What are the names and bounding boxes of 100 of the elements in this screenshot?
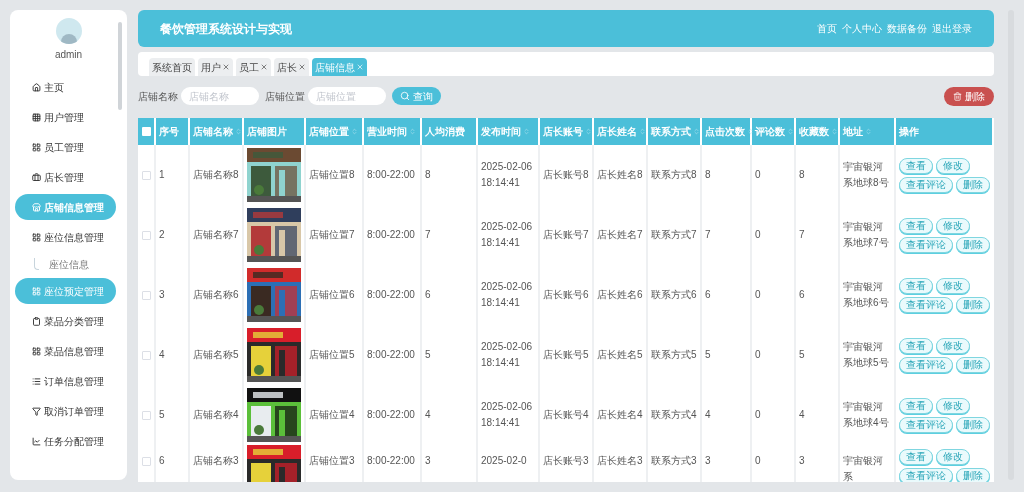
column-header[interactable]: 营业时间 bbox=[364, 118, 422, 145]
table-cell-text: 6 bbox=[159, 454, 165, 468]
column-header[interactable]: 店铺位置 bbox=[306, 118, 364, 145]
action-button[interactable]: 修改 bbox=[936, 397, 970, 414]
action-button[interactable]: 查看评论 bbox=[899, 236, 953, 253]
close-icon[interactable] bbox=[260, 63, 268, 71]
action-button[interactable]: 查看 bbox=[899, 397, 933, 414]
column-header[interactable]: 评论数 bbox=[752, 118, 796, 145]
action-button[interactable]: 删除 bbox=[956, 416, 990, 433]
app-title: 餐饮管理系统设计与实现 bbox=[160, 20, 292, 38]
action-button[interactable]: 查看评论 bbox=[899, 468, 953, 482]
search-icon bbox=[400, 91, 410, 101]
tab[interactable]: 系统首页 bbox=[149, 58, 195, 76]
delete-button[interactable]: 删除 bbox=[944, 86, 994, 106]
username: admin bbox=[54, 48, 83, 62]
action-button[interactable]: 修改 bbox=[936, 337, 970, 354]
action-button[interactable]: 删除 bbox=[956, 176, 990, 193]
table-cell-text: 店长姓名7 bbox=[597, 228, 643, 242]
action-button[interactable]: 修改 bbox=[936, 449, 970, 465]
table-cell-text: 2025-02-06 18:14:41 bbox=[481, 340, 534, 370]
grid-icon bbox=[32, 286, 41, 296]
sidebar-item[interactable]: 用户管理 bbox=[15, 104, 116, 130]
sidebar-item[interactable]: 主页 bbox=[15, 74, 116, 100]
tab[interactable]: 店长 bbox=[274, 58, 309, 76]
sidebar-item[interactable]: 座位预定管理 bbox=[15, 278, 116, 304]
sidebar-item[interactable]: 店长管理 bbox=[15, 164, 116, 190]
column-header[interactable]: 点击次数 bbox=[702, 118, 752, 145]
action-button[interactable]: 修改 bbox=[936, 157, 970, 174]
store-icon bbox=[32, 202, 41, 212]
search-button[interactable]: 查询 bbox=[392, 87, 441, 105]
table-cell-text: 宇宙银河系地球5号 bbox=[843, 340, 890, 370]
action-button[interactable]: 查看 bbox=[899, 157, 933, 174]
grid-icon bbox=[32, 142, 41, 152]
table-cell-text: 店长账号6 bbox=[543, 288, 589, 302]
column-header[interactable]: 店铺名称 bbox=[190, 118, 244, 145]
action-button[interactable]: 查看 bbox=[899, 337, 933, 354]
close-icon[interactable] bbox=[222, 63, 230, 71]
column-header[interactable]: 店长账号 bbox=[540, 118, 594, 145]
table-cell-text: 店长账号8 bbox=[543, 168, 589, 182]
header-link[interactable]: 首页 bbox=[817, 21, 837, 36]
column-header[interactable]: 店长姓名 bbox=[594, 118, 648, 145]
sidebar-item[interactable]: 任务分配管理 bbox=[15, 428, 116, 454]
action-button[interactable]: 删除 bbox=[956, 296, 990, 313]
table-cell-text: 店铺位置4 bbox=[309, 408, 355, 422]
header-link[interactable]: 数据备份 bbox=[887, 21, 927, 36]
table-cell-text: 7 bbox=[705, 228, 711, 242]
row-checkbox[interactable] bbox=[141, 170, 151, 180]
action-button[interactable]: 查看评论 bbox=[899, 296, 953, 313]
select-all-checkbox[interactable] bbox=[141, 127, 151, 136]
sidebar-item[interactable]: 座位信息管理 bbox=[15, 224, 116, 250]
action-button[interactable]: 查看评论 bbox=[899, 416, 953, 433]
sidebar-item[interactable]: 取消订单管理 bbox=[15, 398, 116, 424]
table-cell-text: 店铺名称5 bbox=[193, 348, 239, 362]
scrollbar[interactable] bbox=[118, 22, 122, 110]
table-cell-text: 店长姓名3 bbox=[597, 454, 643, 468]
tab[interactable]: 用户 bbox=[198, 58, 233, 76]
row-checkbox[interactable] bbox=[141, 230, 151, 240]
close-icon[interactable] bbox=[298, 63, 306, 71]
table-cell-text: 0 bbox=[755, 454, 761, 468]
table-cell-text: 店长账号4 bbox=[543, 408, 589, 422]
sidebar-item[interactable]: 菜品信息管理 bbox=[15, 338, 116, 364]
grid-icon bbox=[32, 346, 41, 356]
action-button[interactable]: 修改 bbox=[936, 277, 970, 294]
sidebar-item[interactable]: 员工管理 bbox=[15, 134, 116, 160]
table-cell-text: 店铺位置7 bbox=[309, 228, 355, 242]
sidebar-item[interactable]: 店铺信息管理 bbox=[15, 194, 116, 220]
table-cell-text: 店铺位置3 bbox=[309, 454, 355, 468]
table-cell-text: 店长姓名4 bbox=[597, 408, 643, 422]
row-checkbox[interactable] bbox=[141, 410, 151, 420]
action-button[interactable]: 查看 bbox=[899, 449, 933, 465]
sidebar-subitem-row[interactable]: 座位信息 bbox=[10, 252, 121, 276]
action-button[interactable]: 删除 bbox=[956, 236, 990, 253]
column-header[interactable]: 发布时间 bbox=[478, 118, 540, 145]
action-button[interactable]: 删除 bbox=[956, 356, 990, 373]
action-button[interactable]: 查看评论 bbox=[899, 176, 953, 193]
column-header[interactable]: 联系方式 bbox=[648, 118, 702, 145]
sidebar-item[interactable]: 订单信息管理 bbox=[15, 368, 116, 394]
home-icon bbox=[32, 82, 41, 92]
action-button[interactable]: 删除 bbox=[956, 468, 990, 482]
header-link[interactable]: 退出登录 bbox=[932, 21, 972, 36]
sidebar-item[interactable]: 菜品分类管理 bbox=[15, 308, 116, 334]
action-button[interactable]: 查看 bbox=[899, 277, 933, 294]
tab[interactable]: 员工 bbox=[236, 58, 271, 76]
table-cell-text: 8:00-22:00 bbox=[367, 348, 415, 362]
table-cell-text: 4 bbox=[425, 408, 431, 422]
action-button[interactable]: 查看 bbox=[899, 217, 933, 234]
column-header[interactable]: 地址 bbox=[840, 118, 896, 145]
action-button[interactable]: 修改 bbox=[936, 217, 970, 234]
chart-icon bbox=[32, 436, 41, 446]
avatar bbox=[55, 18, 82, 44]
sort-icon bbox=[351, 128, 358, 135]
tab[interactable]: 店铺信息 bbox=[312, 58, 367, 76]
sort-icon bbox=[693, 128, 700, 135]
row-checkbox[interactable] bbox=[141, 350, 151, 360]
briefcase-icon bbox=[32, 172, 41, 182]
column-header[interactable]: 收藏数 bbox=[796, 118, 840, 145]
row-checkbox[interactable] bbox=[141, 290, 151, 300]
header-link[interactable]: 个人中心 bbox=[842, 21, 882, 36]
action-button[interactable]: 查看评论 bbox=[899, 356, 953, 373]
row-checkbox[interactable] bbox=[141, 457, 151, 466]
